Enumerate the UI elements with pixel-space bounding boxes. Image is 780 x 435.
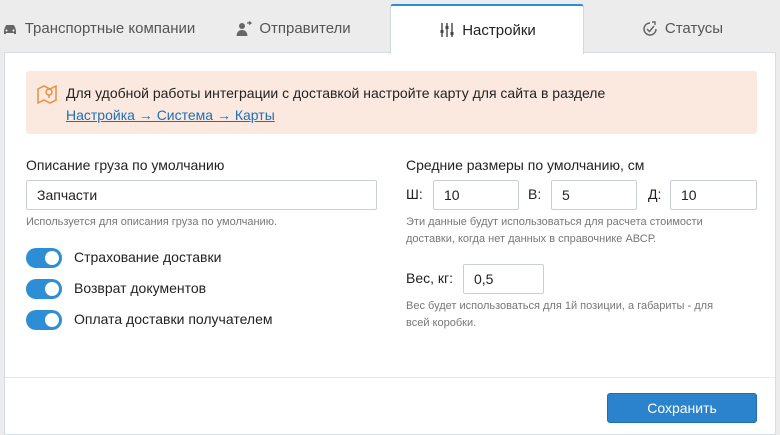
settings-panel: Для удобной работы интеграции с доставко… (4, 52, 776, 435)
width-input[interactable] (433, 180, 519, 210)
tab-settings[interactable]: Настройки (390, 4, 584, 54)
car-icon (1, 20, 19, 38)
height-input[interactable] (551, 180, 637, 210)
tab-transport-companies[interactable]: Транспортные компании (0, 4, 196, 53)
depth-input[interactable] (670, 180, 757, 210)
divider (5, 377, 775, 378)
toggle-knob (45, 251, 59, 265)
maps-alert: Для удобной работы интеграции с доставко… (26, 71, 757, 134)
weight-hint-line1: Вес будет использоваться для 1й позиции,… (406, 300, 714, 312)
insurance-toggle-label: Страхование доставки (74, 249, 222, 265)
sizes-hint-line2: доставки, когда нет данных в справочнике… (406, 233, 657, 245)
depth-label: Д: (648, 186, 662, 202)
map-pin-icon (36, 83, 58, 105)
tab-label: Отправители (259, 20, 351, 37)
tab-label: Статусы (664, 20, 724, 37)
sliders-icon (438, 21, 456, 39)
tab-statuses[interactable]: Статусы (584, 4, 780, 53)
tab-bar: Транспортные компании Отправители Настро… (0, 0, 780, 54)
cargo-description-input[interactable] (26, 180, 377, 210)
clock-check-icon (641, 20, 659, 38)
return-documents-toggle-label: Возврат документов (74, 280, 207, 296)
cargo-description-label: Описание груза по умолчанию (26, 157, 225, 173)
save-button[interactable]: Сохранить (607, 393, 757, 423)
alert-text: Для удобной работы интеграции с доставко… (66, 85, 606, 101)
return-documents-toggle[interactable] (26, 279, 62, 299)
tab-senders[interactable]: Отправители (196, 4, 390, 53)
cargo-description-hint: Используется для описания груза по умолч… (26, 216, 278, 228)
recipient-pays-toggle[interactable] (26, 310, 62, 330)
maps-settings-link[interactable]: Настройка → Система → Карты (66, 107, 275, 123)
tab-label: Транспортные компании (24, 20, 196, 37)
toggle-knob (45, 313, 59, 327)
weight-input[interactable] (463, 264, 544, 294)
insurance-toggle[interactable] (26, 248, 62, 268)
sizes-label: Средние размеры по умолчанию, см (406, 157, 645, 173)
toggle-knob (45, 282, 59, 296)
width-label: Ш: (406, 186, 423, 202)
recipient-pays-toggle-label: Оплата доставки получателем (74, 311, 273, 327)
weight-label: Вес, кг: (406, 270, 454, 286)
height-label: В: (528, 186, 542, 202)
weight-hint-line2: всей коробки. (406, 317, 477, 329)
tab-label: Настройки (462, 21, 536, 39)
sizes-hint-line1: Эти данные будут использоваться для расч… (406, 216, 703, 228)
user-swap-icon (235, 20, 253, 38)
